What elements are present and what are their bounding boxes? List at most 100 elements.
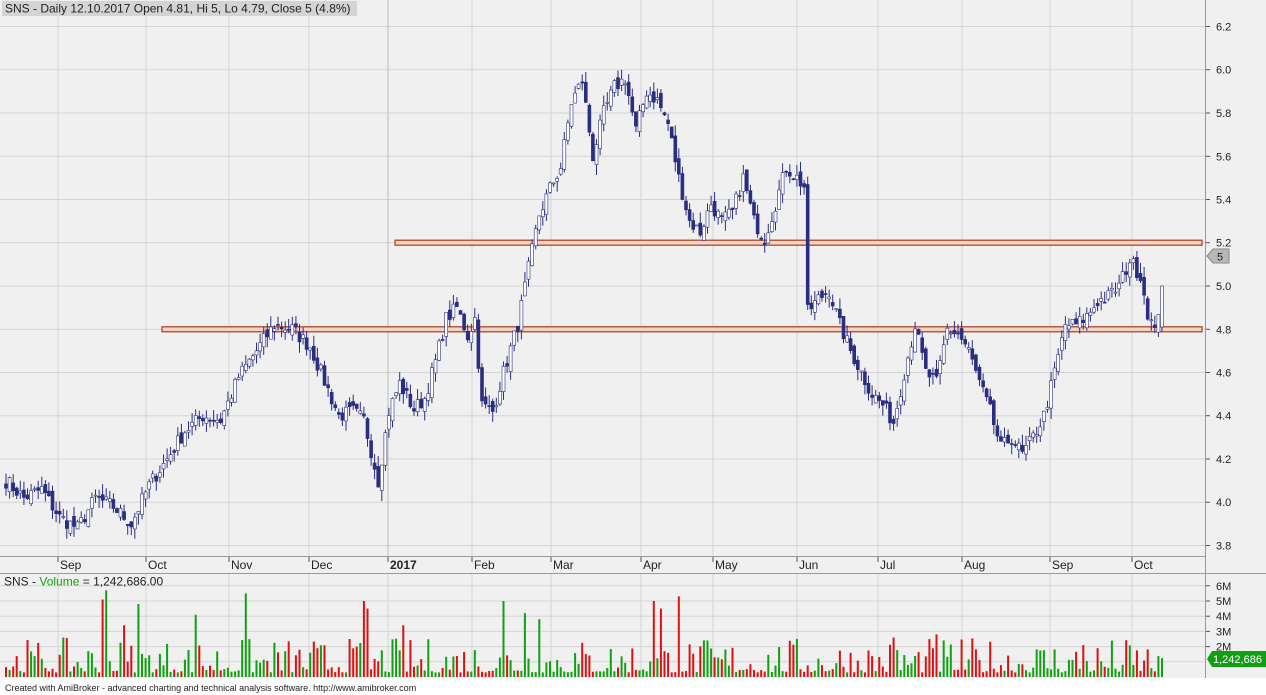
volume-bar bbox=[617, 667, 619, 677]
candle-body bbox=[999, 436, 1003, 442]
volume-bar bbox=[928, 639, 931, 677]
price-tick-label: 4.8 bbox=[1216, 324, 1231, 336]
volume-bar bbox=[44, 668, 47, 677]
volume-bar bbox=[828, 670, 831, 677]
volume-bar bbox=[12, 666, 15, 677]
candle-body bbox=[1056, 354, 1060, 372]
volume-bar bbox=[620, 656, 623, 677]
candle-body bbox=[390, 398, 395, 422]
date-tick-label: Jun bbox=[799, 558, 818, 572]
candle-body bbox=[533, 228, 538, 247]
volume-bar bbox=[1028, 672, 1031, 677]
volume-bar bbox=[946, 656, 949, 677]
candle-body bbox=[616, 77, 620, 89]
volume-bar bbox=[821, 665, 823, 677]
candle-body bbox=[530, 243, 534, 267]
candle-body bbox=[1013, 444, 1018, 446]
candle-body bbox=[501, 365, 506, 392]
volume-bar bbox=[756, 672, 759, 677]
candle-body bbox=[208, 419, 212, 422]
volume-tick-label: 4M bbox=[1216, 611, 1231, 623]
volume-bar bbox=[992, 668, 995, 677]
volume-bar bbox=[770, 672, 773, 677]
volume-bar bbox=[416, 665, 419, 677]
volume-bar bbox=[15, 656, 18, 677]
candle-body bbox=[691, 220, 696, 230]
candle-body bbox=[483, 396, 488, 405]
candle-body bbox=[630, 96, 635, 113]
candle-body bbox=[440, 339, 445, 341]
candle-body bbox=[183, 432, 187, 447]
candle-body bbox=[1060, 337, 1064, 351]
candle-body bbox=[641, 104, 645, 113]
candle-body bbox=[823, 293, 828, 295]
candle-body bbox=[787, 172, 792, 177]
candle-body bbox=[419, 398, 424, 409]
date-axis-panel bbox=[0, 556, 1266, 574]
volume-bar bbox=[695, 672, 698, 677]
candle-body bbox=[820, 290, 824, 298]
volume-bar bbox=[83, 671, 86, 677]
candle-body bbox=[694, 224, 699, 227]
volume-bar bbox=[867, 650, 870, 677]
candle-body bbox=[515, 325, 520, 333]
volume-bar bbox=[377, 661, 380, 677]
volume-bar bbox=[226, 667, 229, 677]
candle-body bbox=[569, 104, 574, 127]
candle-body bbox=[161, 462, 166, 470]
volume-bar bbox=[795, 638, 798, 677]
volume-bar bbox=[8, 669, 11, 677]
volume-bar bbox=[570, 671, 573, 677]
volume-bar bbox=[989, 641, 992, 677]
volume-bar bbox=[1135, 650, 1138, 677]
volume-bar bbox=[710, 648, 713, 677]
volume-bar bbox=[294, 655, 297, 677]
candle-body bbox=[988, 396, 993, 405]
candle-body bbox=[11, 482, 15, 491]
candle-body bbox=[32, 488, 37, 491]
volume-bar bbox=[914, 656, 917, 677]
volume-bar bbox=[574, 653, 577, 677]
candle-body bbox=[784, 171, 789, 173]
volume-bar bbox=[58, 654, 61, 677]
volume-bar bbox=[309, 652, 312, 677]
candle-body bbox=[634, 111, 638, 127]
candle-body bbox=[1106, 290, 1111, 300]
volume-bar bbox=[810, 672, 813, 677]
candle-body bbox=[133, 516, 137, 530]
candle-body bbox=[555, 178, 560, 182]
volume-pane[interactable] bbox=[0, 574, 1205, 678]
candle-body bbox=[498, 391, 502, 405]
volume-bar bbox=[1042, 650, 1045, 677]
candle-body bbox=[931, 373, 935, 375]
candle-body bbox=[698, 222, 703, 236]
candle-body bbox=[369, 440, 373, 459]
candle-body bbox=[605, 102, 610, 104]
candle-body bbox=[93, 494, 98, 497]
volume-bar bbox=[40, 658, 43, 677]
price-pane[interactable] bbox=[0, 0, 1205, 556]
volume-bar bbox=[778, 647, 781, 677]
candle-body bbox=[140, 493, 144, 515]
volume-bar bbox=[1107, 667, 1110, 677]
candle-body bbox=[877, 395, 882, 401]
candle-body bbox=[1024, 444, 1028, 455]
volume-bar bbox=[577, 663, 580, 677]
candle-body bbox=[326, 384, 330, 389]
candle-body bbox=[1074, 318, 1078, 325]
volume-bar bbox=[312, 641, 315, 677]
candle-body bbox=[1095, 302, 1100, 307]
volume-bar bbox=[591, 671, 594, 677]
volume-bar bbox=[949, 644, 952, 677]
candle-body bbox=[848, 338, 853, 352]
candle-body bbox=[1027, 435, 1032, 441]
candle-body bbox=[455, 301, 459, 307]
candle-body bbox=[816, 294, 821, 305]
price-tick-label: 4.6 bbox=[1216, 368, 1231, 380]
candle-body bbox=[863, 371, 867, 385]
volume-bar bbox=[334, 672, 337, 677]
candle-body bbox=[304, 337, 309, 350]
candle-body bbox=[594, 144, 599, 165]
candle-body bbox=[218, 418, 223, 423]
volume-bar bbox=[19, 671, 22, 677]
